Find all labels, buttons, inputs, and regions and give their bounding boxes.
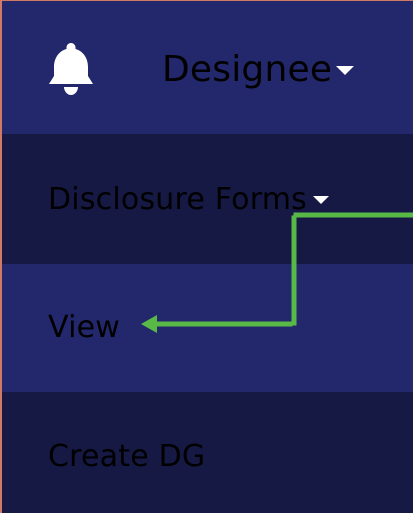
role-label: Designee bbox=[162, 49, 333, 90]
create-dg-link[interactable]: Create DG bbox=[48, 437, 205, 477]
view-link[interactable]: View bbox=[48, 308, 120, 348]
disclosure-forms-link[interactable]: Disclosure Forms bbox=[48, 180, 329, 220]
role-dropdown[interactable]: Designee bbox=[162, 45, 355, 95]
navigation-menu: Designee Disclosure Forms View Create DG bbox=[0, 0, 413, 513]
caret-down-icon bbox=[312, 196, 329, 204]
caret-down-icon bbox=[336, 65, 355, 75]
bell-icon[interactable] bbox=[46, 41, 96, 97]
disclosure-forms-label: Disclosure Forms bbox=[48, 182, 307, 217]
